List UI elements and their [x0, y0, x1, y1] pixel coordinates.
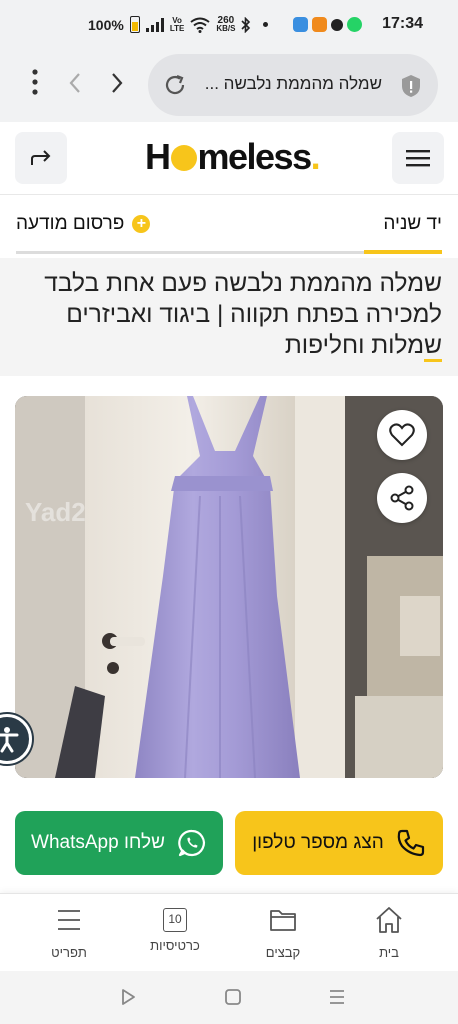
- whatsapp-icon: [178, 829, 205, 857]
- dress-photo-image: Yad2: [15, 396, 443, 778]
- browser-toolbar: שמלה מהממת נלבשה ...: [0, 52, 458, 122]
- wifi-icon: [190, 17, 210, 33]
- nav-tabs-label: כרטיסיות: [150, 938, 200, 953]
- address-bar[interactable]: שמלה מהממת נלבשה ...: [148, 54, 438, 116]
- nav-home[interactable]: בית: [349, 906, 429, 960]
- chat-icon: [331, 19, 343, 31]
- share-arrow-icon: [31, 150, 51, 165]
- signal-icon: [145, 17, 164, 32]
- status-bar: 100% Vo LTE 260 KB/S 17:34: [0, 0, 458, 52]
- tab-second-hand[interactable]: יד שניה: [383, 213, 442, 235]
- home-square-icon[interactable]: [224, 988, 242, 1006]
- bottom-navigation: בית קבצים 10 כרטיסיות תפריט: [0, 893, 458, 971]
- system-navigation-bar: [0, 971, 458, 1024]
- favorite-button[interactable]: [377, 410, 427, 460]
- volte-icon: Vo LTE: [169, 15, 185, 33]
- hamburger-icon: [406, 150, 430, 167]
- sub-navigation: יד שניה פרסום מודעה +: [0, 195, 458, 255]
- show-phone-label: הצג מספר טלפון: [252, 832, 384, 853]
- listing-title: שמלה מהממת נלבשה פעם אחת בלבד למכירה בפת…: [12, 268, 442, 362]
- show-phone-button[interactable]: הצג מספר טלפון: [235, 811, 443, 875]
- more-vertical-icon[interactable]: [30, 68, 40, 103]
- back-arrow-icon[interactable]: [68, 72, 82, 101]
- clock: 17:34: [382, 15, 423, 32]
- tabs-count-icon: 10: [163, 908, 187, 932]
- whatsapp-label: שלחו WhatsApp: [31, 832, 165, 853]
- site-header: Hmeless.: [0, 122, 458, 195]
- notification-dot-icon: [263, 22, 269, 27]
- bluetooth-icon: [241, 16, 251, 33]
- menu-lines-icon: [58, 910, 80, 930]
- battery-percent: 100%: [88, 16, 124, 33]
- nav-files-label: קבצים: [265, 945, 301, 960]
- forward-arrow-icon[interactable]: [110, 72, 124, 101]
- share-icon: [390, 485, 414, 511]
- homeless-logo[interactable]: Hmeless.: [145, 136, 321, 178]
- plus-circle-icon: +: [132, 215, 151, 233]
- reload-icon[interactable]: [163, 73, 187, 97]
- whatsapp-button[interactable]: שלחו WhatsApp: [15, 811, 223, 875]
- url-text: שמלה מהממת נלבשה ...: [204, 74, 382, 93]
- accessibility-icon: [0, 727, 19, 753]
- listing-photo[interactable]: Yad2: [15, 396, 443, 778]
- menu-button[interactable]: [392, 132, 444, 184]
- active-tab-indicator: [364, 250, 442, 254]
- app-notification-icon: [293, 17, 308, 32]
- watermark: Yad2: [25, 497, 86, 527]
- nav-menu[interactable]: תפריט: [29, 906, 109, 960]
- battery-icon: [129, 16, 140, 33]
- listing-title-section: שמלה מהממת נלבשה פעם אחת בלבד למכירה בפת…: [0, 258, 458, 376]
- post-ad-label: פרסום מודעה: [16, 213, 125, 234]
- notification-icons: [293, 17, 362, 32]
- whatsapp-notification-icon: [347, 17, 362, 32]
- phone-icon: [397, 829, 424, 857]
- nav-files[interactable]: קבצים: [243, 906, 323, 960]
- security-shield-icon[interactable]: [400, 74, 422, 98]
- network-speed: 260 KB/S: [216, 14, 236, 33]
- post-ad-link[interactable]: פרסום מודעה +: [16, 213, 151, 235]
- heart-icon: [389, 423, 415, 447]
- app-notification-icon: [312, 17, 327, 32]
- share-button[interactable]: [15, 132, 67, 184]
- nav-menu-label: תפריט: [51, 945, 87, 960]
- nav-tabs[interactable]: 10 כרטיסיות: [135, 906, 215, 953]
- back-triangle-icon[interactable]: [119, 988, 137, 1006]
- share-photo-button[interactable]: [377, 473, 427, 523]
- home-icon: [376, 907, 402, 933]
- nav-home-label: בית: [379, 945, 399, 960]
- recents-icon[interactable]: [328, 988, 346, 1006]
- folder-icon: [270, 910, 296, 931]
